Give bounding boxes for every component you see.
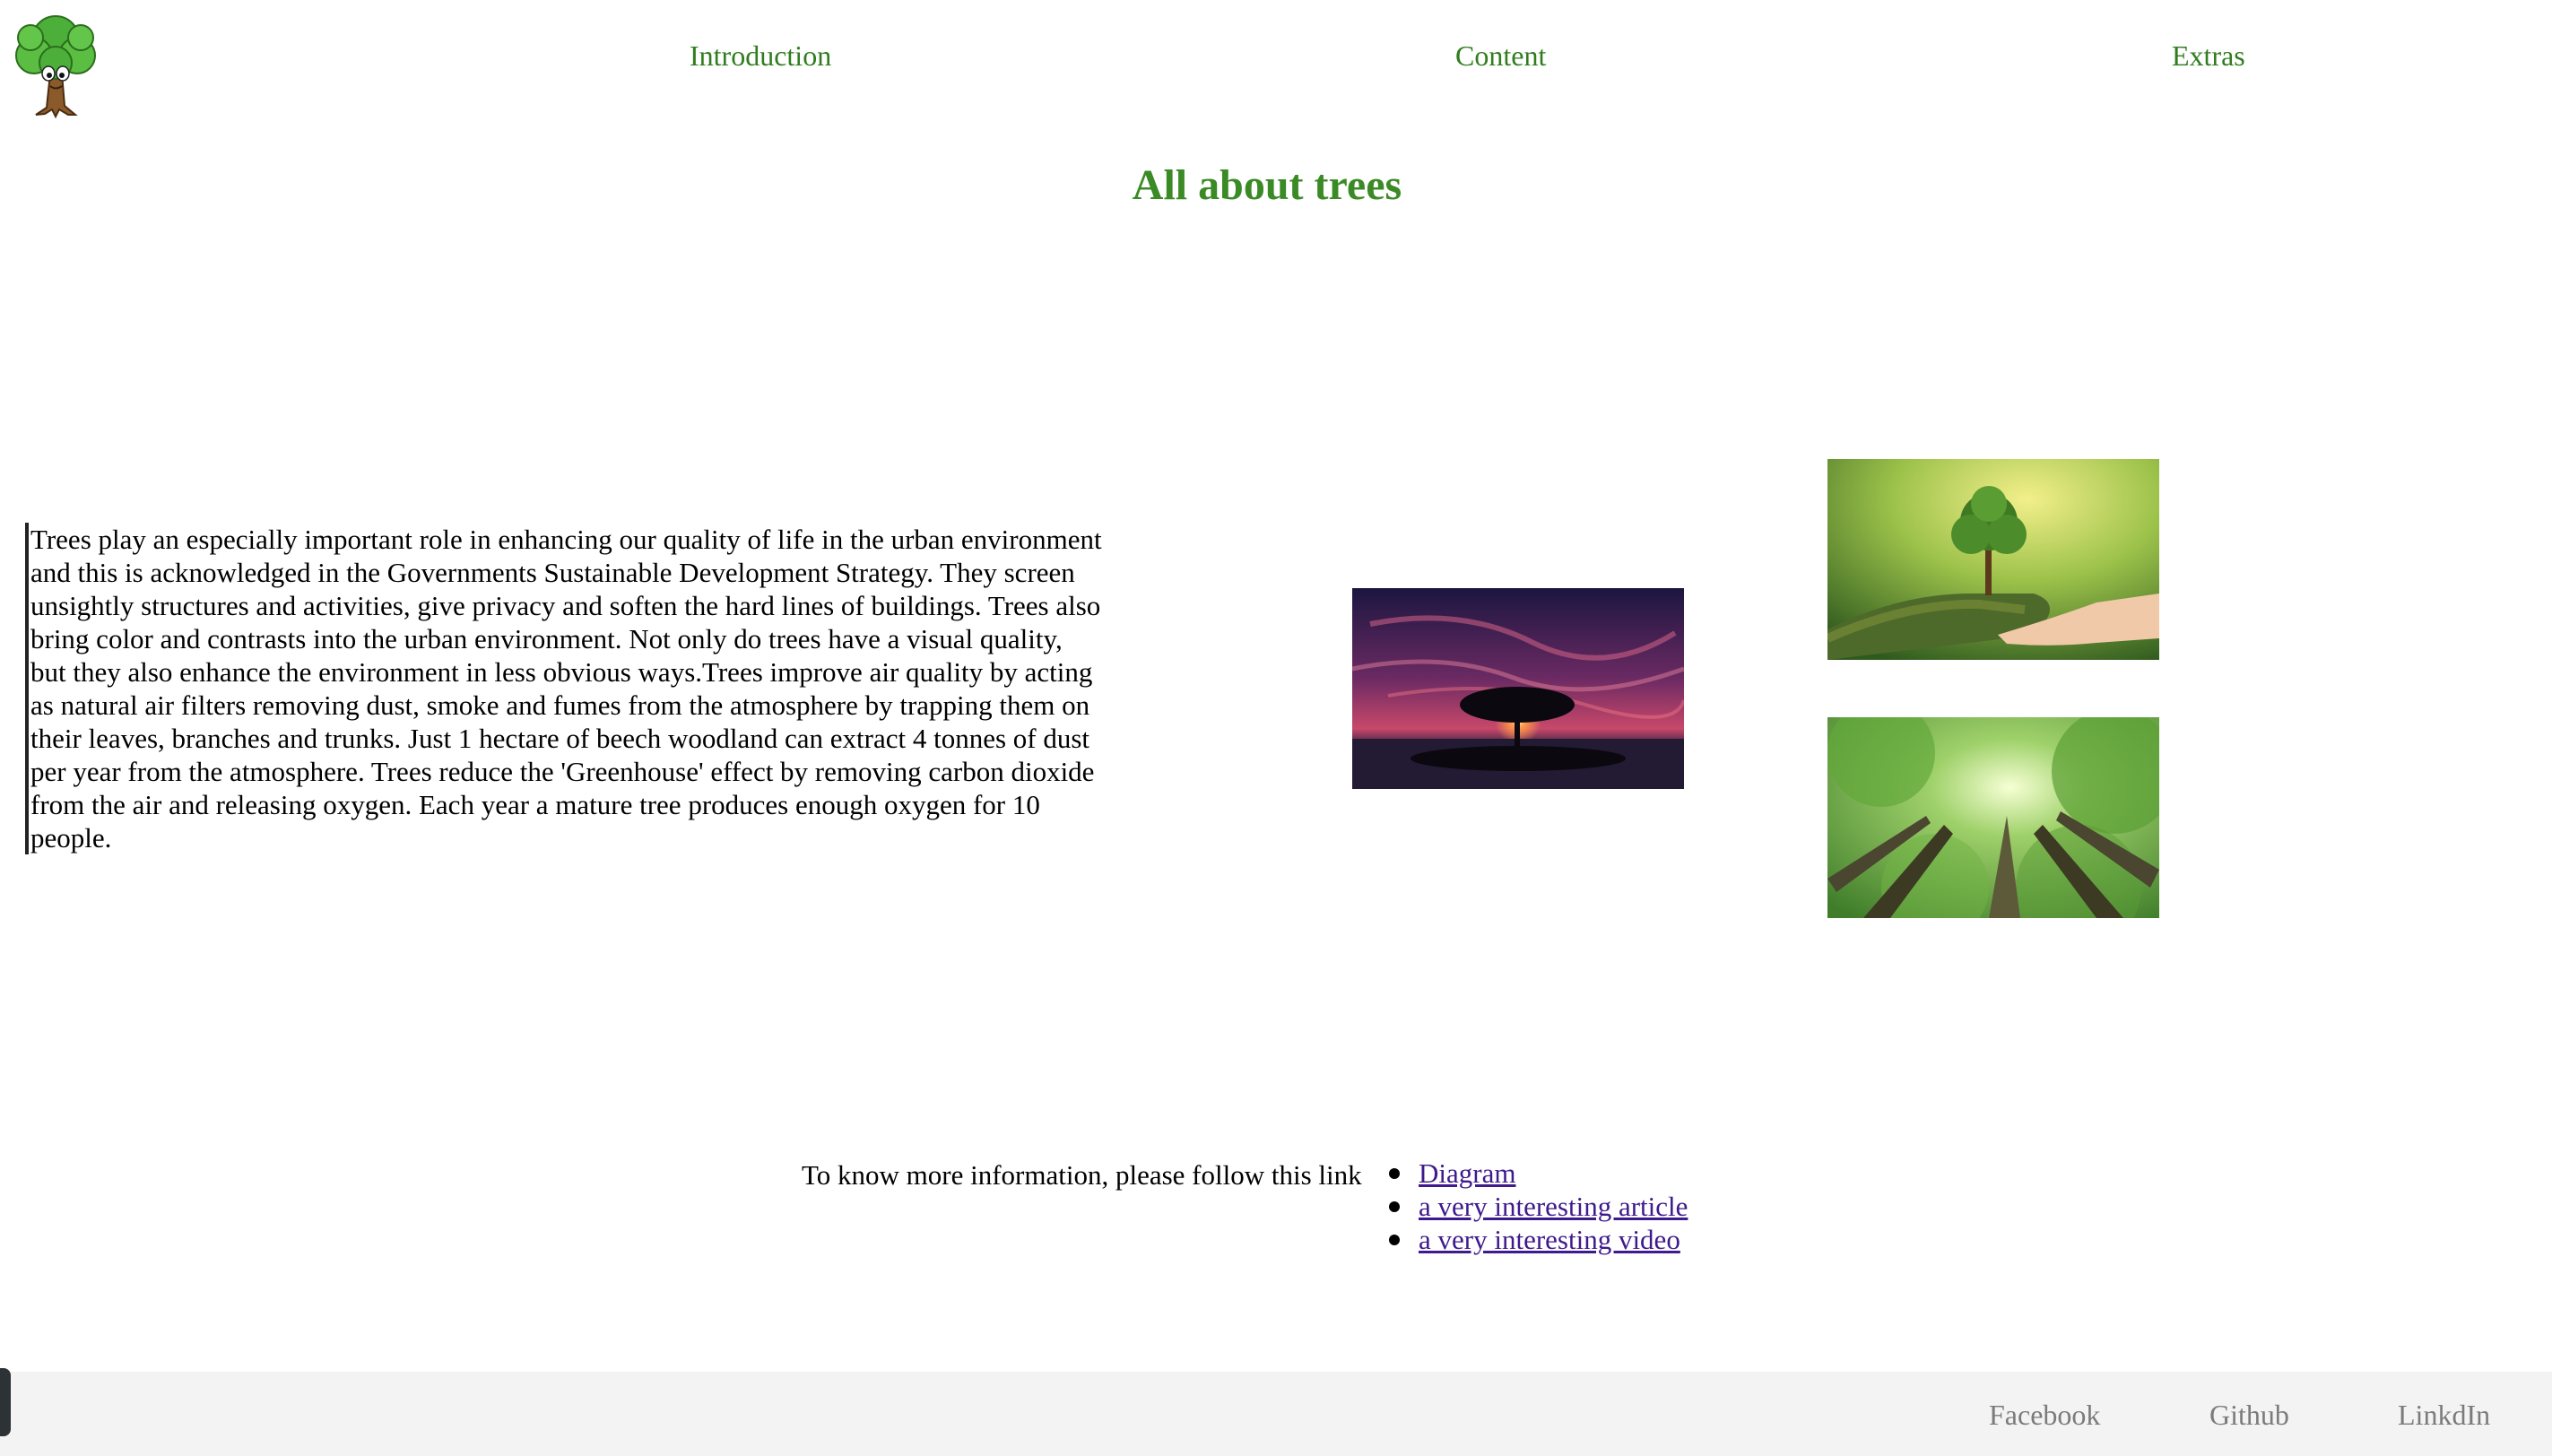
- bullet-icon: [1389, 1201, 1400, 1212]
- list-item: Diagram: [1389, 1157, 1688, 1190]
- footer-facebook-link[interactable]: Facebook: [1989, 1400, 2100, 1429]
- intro-paragraph: Trees play an especially important role …: [25, 523, 1105, 854]
- sunset-tree-image: [1352, 588, 1684, 789]
- nav-content[interactable]: Content: [1455, 41, 1546, 70]
- footer: Facebook Github LinkdIn: [0, 1372, 2552, 1456]
- bullet-icon: [1389, 1168, 1400, 1179]
- article-link[interactable]: a very interesting article: [1419, 1191, 1688, 1222]
- list-item: a very interesting video: [1389, 1223, 1688, 1256]
- nav-extras[interactable]: Extras: [2172, 41, 2245, 70]
- more-info-links: Diagram a very interesting article a ver…: [1389, 1157, 1688, 1256]
- page-title: All about trees: [1132, 161, 1402, 209]
- diagram-link[interactable]: Diagram: [1419, 1157, 1515, 1189]
- list-item: a very interesting article: [1389, 1190, 1688, 1223]
- forest-canopy-image: [1827, 717, 2159, 918]
- bullet-icon: [1389, 1235, 1400, 1245]
- tree-cartoon-logo[interactable]: [13, 11, 99, 120]
- footer-linkedin-link[interactable]: LinkdIn: [2398, 1400, 2490, 1429]
- footer-github-link[interactable]: Github: [2209, 1400, 2289, 1429]
- video-link[interactable]: a very interesting video: [1419, 1224, 1680, 1255]
- nav-introduction[interactable]: Introduction: [690, 41, 831, 70]
- side-panel-tab[interactable]: [0, 1368, 11, 1436]
- tree-in-hands-image: [1827, 459, 2159, 660]
- more-info-text: To know more information, please follow …: [802, 1159, 1362, 1191]
